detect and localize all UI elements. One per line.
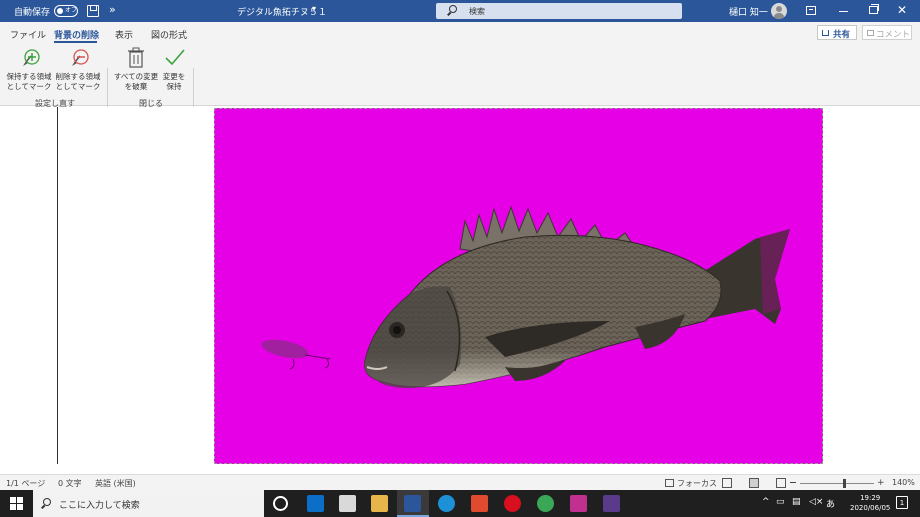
discard-label-1: すべての変更 [113,72,159,81]
minimize-icon[interactable] [839,11,848,12]
word-app-icon [404,495,421,512]
black-sea-bream-image [261,205,790,389]
word-count[interactable]: 0 文字 [58,478,82,489]
mark-keep-icon [23,49,40,66]
tab-picture-format[interactable]: 図の形式 [151,28,187,41]
close-icon[interactable]: ✕ [897,3,907,17]
zoom-level[interactable]: 140% [892,478,915,487]
active-tab-indicator [54,41,97,43]
tab-view[interactable]: 表示 [115,28,133,41]
mark-keep-label-2: としてマーク [6,82,52,91]
ribbon: ファイル 背景の削除 表示 図の形式 共有 コメント 保持する領域 としてマーク [0,22,920,129]
print-layout-icon[interactable] [749,478,759,488]
mark-keep-button[interactable]: 保持する領域 としてマーク [5,46,53,94]
page-count[interactable]: 1/1 ページ [6,478,45,489]
checkmark-icon [165,49,185,66]
share-label: 共有 [833,30,851,40]
network-icon[interactable]: ▤ [792,497,801,507]
avatar-head [776,6,782,12]
mark-remove-label-1: 削除する領域 [55,72,101,81]
read-mode-icon[interactable] [722,478,732,488]
comment-label: コメント [876,30,911,40]
paint-app-icon[interactable] [603,495,620,512]
file-explorer-icon[interactable] [371,495,388,512]
language[interactable]: 英語 (米国) [95,478,136,489]
mark-remove-label-2: としてマーク [55,82,101,91]
lure-shape [261,339,331,370]
share-icon [822,30,829,36]
taskbar-search-placeholder: ここに入力して検索 [59,501,140,511]
mark-remove-icon [72,49,89,66]
document-area[interactable] [0,107,920,473]
status-bar: 1/1 ページ 0 文字 英語 (米国) フォーカス + 140% [0,474,920,490]
task-view-icon[interactable] [273,496,288,511]
zoom-slider-thumb[interactable] [843,479,846,488]
chevron-down-icon[interactable]: ▾ [312,4,316,13]
discard-changes-button[interactable]: すべての変更 を破棄 [112,46,160,94]
internet-explorer-icon[interactable] [438,495,455,512]
page-margin-line [57,107,58,464]
acrobat-app-icon[interactable] [471,495,488,512]
keep-label-2: 保持 [166,82,182,91]
comment-button[interactable]: コメント [862,25,912,40]
fish-picture[interactable] [214,108,823,464]
autosave-label: 自動保存 [14,8,51,18]
title-bar: 自動保存 オフ » デジタル魚拓チヌ５１ ▾ 検索 樋口 知一 ✕ [0,0,920,22]
clock-time: 19:29 [860,494,881,502]
focus-icon[interactable] [665,479,674,487]
opera-browser-icon[interactable] [504,495,521,512]
discard-label-2: を破棄 [124,82,148,91]
ime-indicator[interactable]: あ [826,497,835,510]
mark-remove-button[interactable]: 削除する領域 としてマーク [54,46,102,94]
restore-icon[interactable] [869,4,879,14]
focus-mode-label[interactable]: フォーカス [677,478,717,489]
volume-icon[interactable]: ◁× [809,497,823,507]
keep-label-1: 変更を [162,72,186,81]
clock-date: 2020/06/05 [850,504,891,512]
trash-icon [128,47,144,68]
more-commands-icon[interactable]: » [109,3,116,16]
web-layout-icon[interactable] [776,478,786,488]
zoom-out-icon[interactable] [790,482,796,483]
show-hidden-icons-icon[interactable]: ^ [762,497,770,507]
taskbar-search-box[interactable]: ここに入力して検索 [33,490,264,517]
autosave-toggle[interactable]: オフ [54,5,78,17]
taskbar-clock[interactable]: 19:29 2020/06/05 [850,493,890,513]
search-icon [449,5,457,13]
autosave-state: オフ [65,7,78,14]
taskbar: ここに入力して検索 ^ ▭ ▤ ◁× あ 19:29 2020/06/05 1 [0,490,920,517]
battery-icon[interactable]: ▭ [776,497,785,507]
keep-changes-button[interactable]: 変更を 保持 [158,46,190,94]
word-taskbar-button[interactable] [397,490,429,517]
avatar[interactable] [771,3,787,19]
zoom-slider[interactable] [800,483,874,484]
share-button[interactable]: 共有 [817,25,857,40]
ribbon-display-options-icon[interactable] [806,6,816,15]
save-icon[interactable] [87,5,99,17]
zoom-in-icon[interactable]: + [877,479,885,488]
store-app-icon[interactable] [339,495,356,512]
search-box[interactable]: 検索 [436,3,682,19]
toggle-knob [57,8,63,14]
mail-app-icon[interactable] [307,495,324,512]
search-placeholder: 検索 [469,7,485,16]
notification-center-icon[interactable]: 1 [896,496,908,509]
document-bottom [0,464,920,473]
search-icon [43,498,51,506]
hpb-app-icon[interactable] [570,495,587,512]
tab-remove-background[interactable]: 背景の削除 [54,28,99,41]
tab-file[interactable]: ファイル [10,28,46,41]
user-name[interactable]: 樋口 知一 [729,5,768,18]
mark-keep-label-1: 保持する領域 [6,72,52,81]
windows-start-icon[interactable] [10,497,23,510]
comment-icon [867,30,874,36]
chrome-browser-icon[interactable] [537,495,554,512]
avatar-body [774,13,784,19]
